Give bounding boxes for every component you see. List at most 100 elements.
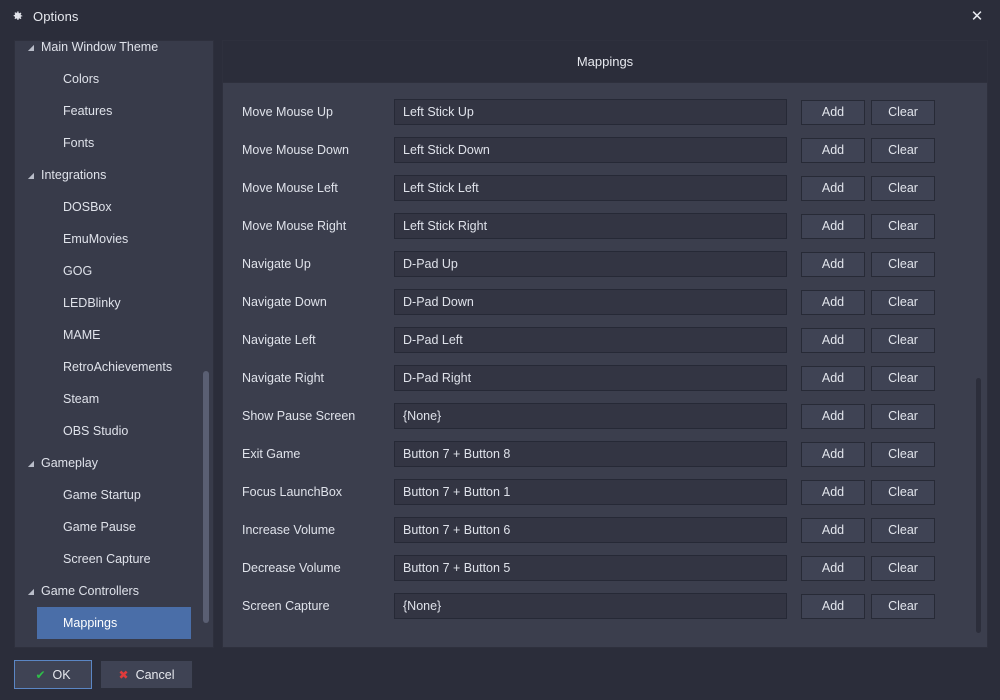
clear-binding-button[interactable]: Clear <box>871 251 935 277</box>
settings-navigation-tree[interactable]: ◢ Main Window Theme Colors Features Fonts ◢ In… <box>14 40 214 648</box>
sidebar-item-retroachievements[interactable]: RetroAchievements <box>15 351 201 383</box>
window-titlebar: Options ✕ <box>0 0 1000 32</box>
sidebar-item-label: OBS Studio <box>63 424 129 438</box>
mapping-row: Move Mouse Up Left Stick Up Add Clear <box>223 93 987 131</box>
sidebar-item-label: EmuMovies <box>63 232 129 246</box>
add-binding-button[interactable]: Add <box>801 289 865 315</box>
mapping-action-label: Move Mouse Right <box>242 219 347 233</box>
mapping-binding-field[interactable]: Button 7 + Button 1 <box>394 479 787 505</box>
ok-button[interactable]: ✔ OK <box>14 660 92 689</box>
mapping-binding-field[interactable]: D-Pad Left <box>394 327 787 353</box>
mapping-row: Exit Game Button 7 + Button 8 Add Clear <box>223 435 987 473</box>
mappings-scrollbar[interactable] <box>974 85 983 641</box>
sidebar-item-mappings[interactable]: Mappings <box>15 607 201 639</box>
mapping-binding-field[interactable]: Button 7 + Button 6 <box>394 517 787 543</box>
sidebar-item-main-window-theme[interactable]: ◢ Main Window Theme <box>15 41 201 63</box>
add-binding-button[interactable]: Add <box>801 175 865 201</box>
chevron-down-icon[interactable]: ◢ <box>26 587 36 597</box>
sidebar-item-features[interactable]: Features <box>15 95 201 127</box>
add-binding-button[interactable]: Add <box>801 593 865 619</box>
sidebar-item-fonts[interactable]: Fonts <box>15 127 201 159</box>
sidebar-item-game-startup[interactable]: Game Startup <box>15 479 201 511</box>
mapping-binding-field[interactable]: Left Stick Down <box>394 137 787 163</box>
sidebar-item-mame[interactable]: MAME <box>15 319 201 351</box>
add-binding-button[interactable]: Add <box>801 555 865 581</box>
clear-binding-button[interactable]: Clear <box>871 213 935 239</box>
clear-binding-button[interactable]: Clear <box>871 327 935 353</box>
clear-binding-button[interactable]: Clear <box>871 175 935 201</box>
mappings-scrollbar-thumb[interactable] <box>976 378 981 633</box>
sidebar-item-dosbox[interactable]: DOSBox <box>15 191 201 223</box>
sidebar-item-label: Game Pause <box>63 520 136 534</box>
clear-binding-button[interactable]: Clear <box>871 137 935 163</box>
clear-binding-button[interactable]: Clear <box>871 593 935 619</box>
add-binding-button[interactable]: Add <box>801 327 865 353</box>
mapping-binding-field[interactable]: {None} <box>394 403 787 429</box>
sidebar-item-game-controllers[interactable]: ◢ Game Controllers <box>15 575 201 607</box>
sidebar-item-gameplay[interactable]: ◢ Gameplay <box>15 447 201 479</box>
sidebar-item-label: Colors <box>63 72 100 86</box>
mapping-action-label: Exit Game <box>242 447 301 461</box>
sidebar-item-integrations[interactable]: ◢ Integrations <box>15 159 201 191</box>
mapping-action-label: Screen Capture <box>242 599 330 613</box>
add-binding-button[interactable]: Add <box>801 213 865 239</box>
sidebar-item-label: Fonts <box>63 136 95 150</box>
sidebar-item-obs-studio[interactable]: OBS Studio <box>15 415 201 447</box>
mapping-binding-field[interactable]: Left Stick Up <box>394 99 787 125</box>
mapping-binding-field[interactable]: Button 7 + Button 8 <box>394 441 787 467</box>
clear-binding-button[interactable]: Clear <box>871 479 935 505</box>
clear-binding-button[interactable]: Clear <box>871 99 935 125</box>
sidebar-item-label: RetroAchievements <box>63 360 173 374</box>
add-binding-button[interactable]: Add <box>801 99 865 125</box>
add-binding-button[interactable]: Add <box>801 365 865 391</box>
mapping-row: Show Pause Screen {None} Add Clear <box>223 397 987 435</box>
close-icon[interactable]: ✕ <box>954 0 1000 32</box>
clear-binding-button[interactable]: Clear <box>871 365 935 391</box>
sidebar-item-ledblinky[interactable]: LEDBlinky <box>15 287 201 319</box>
chevron-down-icon[interactable]: ◢ <box>26 459 36 469</box>
chevron-down-icon[interactable]: ◢ <box>26 43 36 53</box>
mapping-row: Navigate Left D-Pad Left Add Clear <box>223 321 987 359</box>
mapping-binding-field[interactable]: Left Stick Right <box>394 213 787 239</box>
add-binding-button[interactable]: Add <box>801 479 865 505</box>
sidebar-item-game-pause[interactable]: Game Pause <box>15 511 201 543</box>
sidebar-item-gog[interactable]: GOG <box>15 255 201 287</box>
add-binding-button[interactable]: Add <box>801 517 865 543</box>
mapping-row: Move Mouse Right Left Stick Right Add Clear <box>223 207 987 245</box>
add-binding-button[interactable]: Add <box>801 403 865 429</box>
mapping-row: Navigate Right D-Pad Right Add Clear <box>223 359 987 397</box>
sidebar-item-colors[interactable]: Colors <box>15 63 201 95</box>
clear-binding-button[interactable]: Clear <box>871 555 935 581</box>
clear-binding-button[interactable]: Clear <box>871 403 935 429</box>
sidebar-scrollbar-thumb[interactable] <box>203 371 209 623</box>
clear-binding-button[interactable]: Clear <box>871 289 935 315</box>
sidebar-scrollbar[interactable] <box>202 41 210 647</box>
mapping-binding-field[interactable]: Left Stick Left <box>394 175 787 201</box>
sidebar-item-label: Steam <box>63 392 100 406</box>
cancel-button-label: Cancel <box>135 667 175 682</box>
mapping-binding-field[interactable]: {None} <box>394 593 787 619</box>
sidebar-item-label: Screen Capture <box>63 552 151 566</box>
add-binding-button[interactable]: Add <box>801 441 865 467</box>
cross-icon: ✖ <box>118 667 129 682</box>
sidebar-item-label: LEDBlinky <box>63 296 121 310</box>
panel-header: Mappings <box>223 41 987 83</box>
clear-binding-button[interactable]: Clear <box>871 517 935 543</box>
mapping-binding-field[interactable]: D-Pad Up <box>394 251 787 277</box>
mapping-action-label: Decrease Volume <box>242 561 341 575</box>
cancel-button[interactable]: ✖ Cancel <box>100 660 193 689</box>
mapping-action-label: Show Pause Screen <box>242 409 356 423</box>
clear-binding-button[interactable]: Clear <box>871 441 935 467</box>
sidebar-item-steam[interactable]: Steam <box>15 383 201 415</box>
mapping-binding-field[interactable]: Button 7 + Button 5 <box>394 555 787 581</box>
add-binding-button[interactable]: Add <box>801 137 865 163</box>
sidebar-item-emumovies[interactable]: EmuMovies <box>15 223 201 255</box>
mapping-binding-field[interactable]: D-Pad Right <box>394 365 787 391</box>
sidebar-item-label: Integrations <box>41 168 107 182</box>
chevron-down-icon[interactable]: ◢ <box>26 171 36 181</box>
add-binding-button[interactable]: Add <box>801 251 865 277</box>
sidebar-item-screen-capture[interactable]: Screen Capture <box>15 543 201 575</box>
dialog-footer: ✔ OK ✖ Cancel <box>0 656 1000 700</box>
mapping-binding-field[interactable]: D-Pad Down <box>394 289 787 315</box>
tree-item-list: ◢ Main Window Theme Colors Features Fonts ◢ In… <box>15 41 201 639</box>
